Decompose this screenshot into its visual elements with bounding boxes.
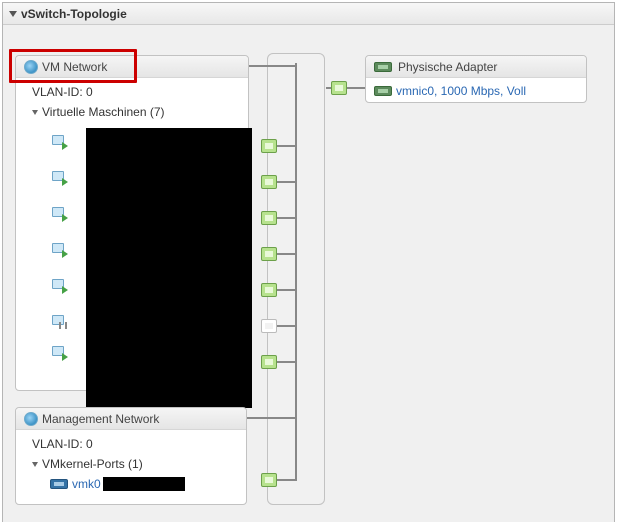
mgmt-network-portgroup[interactable]: Management Network VLAN-ID: 0 VMkernel-P…	[15, 407, 247, 505]
vm-port-icon	[261, 139, 277, 153]
vm-on-icon	[52, 346, 66, 360]
vm-on-icon	[52, 135, 66, 149]
vm-port-icon	[261, 247, 277, 261]
nic-card-icon	[374, 86, 392, 96]
vm-on-icon	[52, 279, 66, 293]
uplink-port-icon	[331, 81, 347, 95]
vm-port-icon	[261, 175, 277, 189]
panel-header[interactable]: vSwitch-Topologie	[3, 3, 614, 25]
mgmt-network-header[interactable]: Management Network	[16, 408, 246, 430]
vmkernel-nic-icon	[50, 479, 68, 489]
vms-label: Virtuelle Maschinen (7)	[42, 105, 165, 119]
vlan-row: VLAN-ID: 0	[24, 434, 238, 454]
vm-network-header[interactable]: VM Network	[16, 56, 248, 78]
vm-port-icon	[261, 211, 277, 225]
panel-body: VM Network VLAN-ID: 0 Virtuelle Maschine…	[3, 25, 614, 522]
vms-row[interactable]: Virtuelle Maschinen (7)	[24, 102, 240, 122]
physical-adapters-body: vmnic0, 1000 Mbps, Voll	[366, 78, 586, 104]
mgmt-vlan-label: VLAN-ID: 0	[32, 437, 93, 451]
network-globe-icon	[24, 60, 38, 74]
vmkports-row[interactable]: VMkernel-Ports (1)	[24, 454, 238, 474]
vm-network-body: VLAN-ID: 0 Virtuelle Maschinen (7)	[16, 78, 248, 372]
connector-line	[247, 417, 295, 419]
vm-on-icon	[52, 171, 66, 185]
adapter-row[interactable]: vmnic0, 1000 Mbps, Voll	[374, 81, 578, 101]
vm-network-portgroup[interactable]: VM Network VLAN-ID: 0 Virtuelle Maschine…	[15, 55, 249, 391]
physical-adapters-box[interactable]: Physische Adapter vmnic0, 1000 Mbps, Vol…	[365, 55, 587, 103]
vm-network-title: VM Network	[42, 56, 107, 78]
nic-card-icon	[374, 62, 392, 72]
vlan-label: VLAN-ID: 0	[32, 85, 93, 99]
connector-line	[249, 65, 295, 67]
chevron-down-icon	[32, 110, 38, 115]
vm-port-icon	[261, 283, 277, 297]
vm-suspended-icon	[52, 315, 66, 329]
vm-on-icon	[52, 207, 66, 221]
vmk-link[interactable]: vmk0	[72, 477, 101, 491]
adapter-link[interactable]: vmnic0, 1000 Mbps, Voll	[396, 84, 526, 98]
vm-port-empty-icon	[261, 319, 277, 333]
mgmt-network-body: VLAN-ID: 0 VMkernel-Ports (1) vmk0	[16, 430, 246, 500]
vmk-row[interactable]: vmk0	[24, 474, 238, 494]
vlan-row: VLAN-ID: 0	[24, 82, 240, 102]
redacted-inline	[103, 477, 185, 491]
mgmt-network-title: Management Network	[42, 408, 159, 430]
network-globe-icon	[24, 412, 38, 426]
vm-port-icon	[261, 355, 277, 369]
vswitch-spine	[295, 63, 297, 481]
chevron-down-icon	[32, 462, 38, 467]
vm-on-icon	[52, 243, 66, 257]
vmk-port-icon	[261, 473, 277, 487]
vmkports-label: VMkernel-Ports (1)	[42, 457, 143, 471]
panel-title: vSwitch-Topologie	[21, 3, 127, 25]
topology-panel: vSwitch-Topologie VM Network VLAN-ID: 0 …	[2, 2, 615, 522]
redacted-block	[86, 128, 252, 408]
physical-adapters-header: Physische Adapter	[366, 56, 586, 78]
collapse-arrow-icon	[9, 11, 17, 17]
physical-adapters-title: Physische Adapter	[398, 56, 497, 78]
